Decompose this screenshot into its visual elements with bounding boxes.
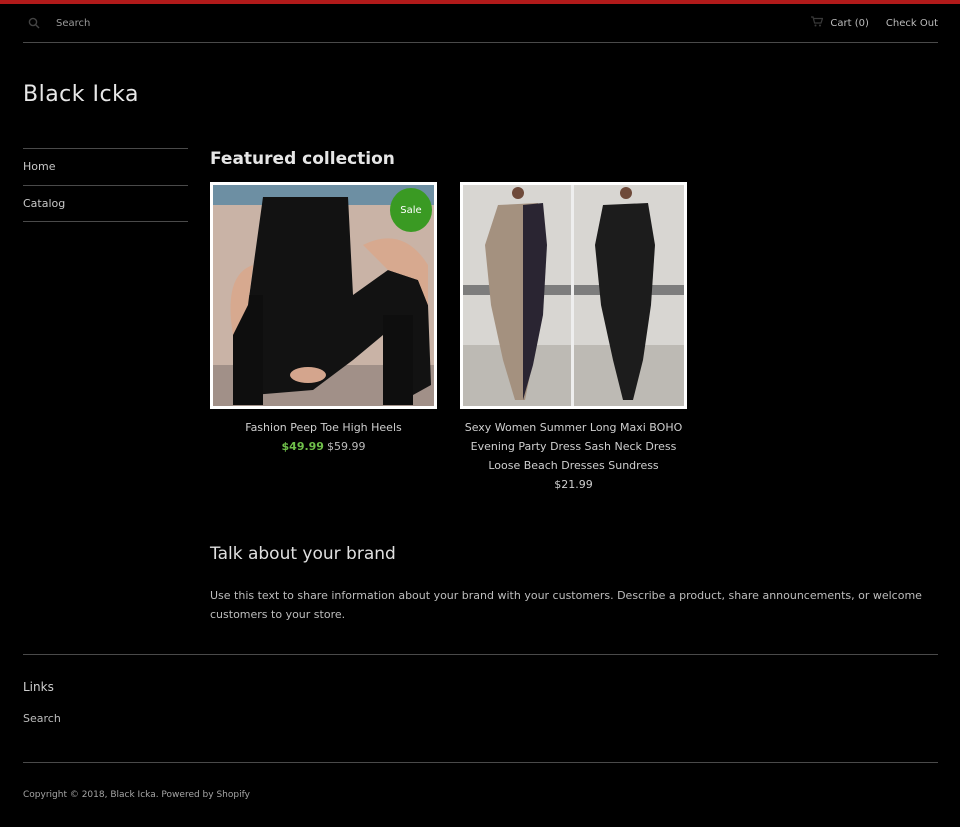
brand-text: Use this text to share information about… — [210, 589, 922, 621]
product-image[interactable]: Sale — [210, 182, 437, 409]
product-grid: Sale Fashion Peep Toe High Heels $49.99 $… — [210, 182, 938, 494]
sidebar-nav: Home Catalog — [23, 148, 188, 222]
sidebar-item-home[interactable]: Home — [23, 148, 188, 185]
product-title[interactable]: Sexy Women Summer Long Maxi BOHO Evening… — [462, 418, 685, 475]
featured-collection-title: Featured collection — [210, 149, 395, 169]
search-icon[interactable] — [28, 14, 40, 33]
header-links: Cart (0) Check Out — [811, 16, 938, 30]
product-card[interactable]: Sexy Women Summer Long Maxi BOHO Evening… — [460, 182, 687, 494]
product-info: Sexy Women Summer Long Maxi BOHO Evening… — [460, 418, 687, 494]
featured-collection: Featured collection Sale Fashion Peep To… — [210, 149, 938, 494]
cart-link[interactable]: Cart (0) — [811, 16, 869, 30]
cart-label: Cart (0) — [830, 17, 869, 29]
footer-links-title: Links — [23, 680, 54, 694]
footer: Links Search — [23, 654, 938, 763]
search-input[interactable] — [56, 18, 216, 29]
sale-badge: Sale — [390, 188, 432, 232]
checkout-link[interactable]: Check Out — [886, 18, 938, 29]
cart-icon — [811, 16, 830, 30]
product-price: $21.99 — [554, 478, 593, 491]
footer-search-link[interactable]: Search — [23, 712, 61, 725]
store-logo[interactable]: Black Icka — [23, 82, 139, 107]
product-info: Fashion Peep Toe High Heels $49.99 $59.99 — [210, 418, 437, 456]
product-card[interactable]: Sale Fashion Peep Toe High Heels $49.99 $… — [210, 182, 437, 494]
product-title[interactable]: Fashion Peep Toe High Heels — [212, 418, 435, 437]
brand-section: Talk about your brand Use this text to s… — [210, 544, 938, 624]
search-form — [28, 14, 216, 33]
product-price-row: $49.99 $59.99 — [212, 437, 435, 456]
brand-title: Talk about your brand — [210, 544, 396, 564]
sidebar-item-catalog[interactable]: Catalog — [23, 185, 188, 222]
copyright: Copyright © 2018, Black Icka. Powered by… — [23, 790, 250, 800]
product-sale-price: $49.99 — [281, 440, 324, 453]
header: Cart (0) Check Out — [23, 4, 938, 43]
product-compare-price: $59.99 — [326, 440, 366, 453]
product-image[interactable] — [460, 182, 687, 409]
